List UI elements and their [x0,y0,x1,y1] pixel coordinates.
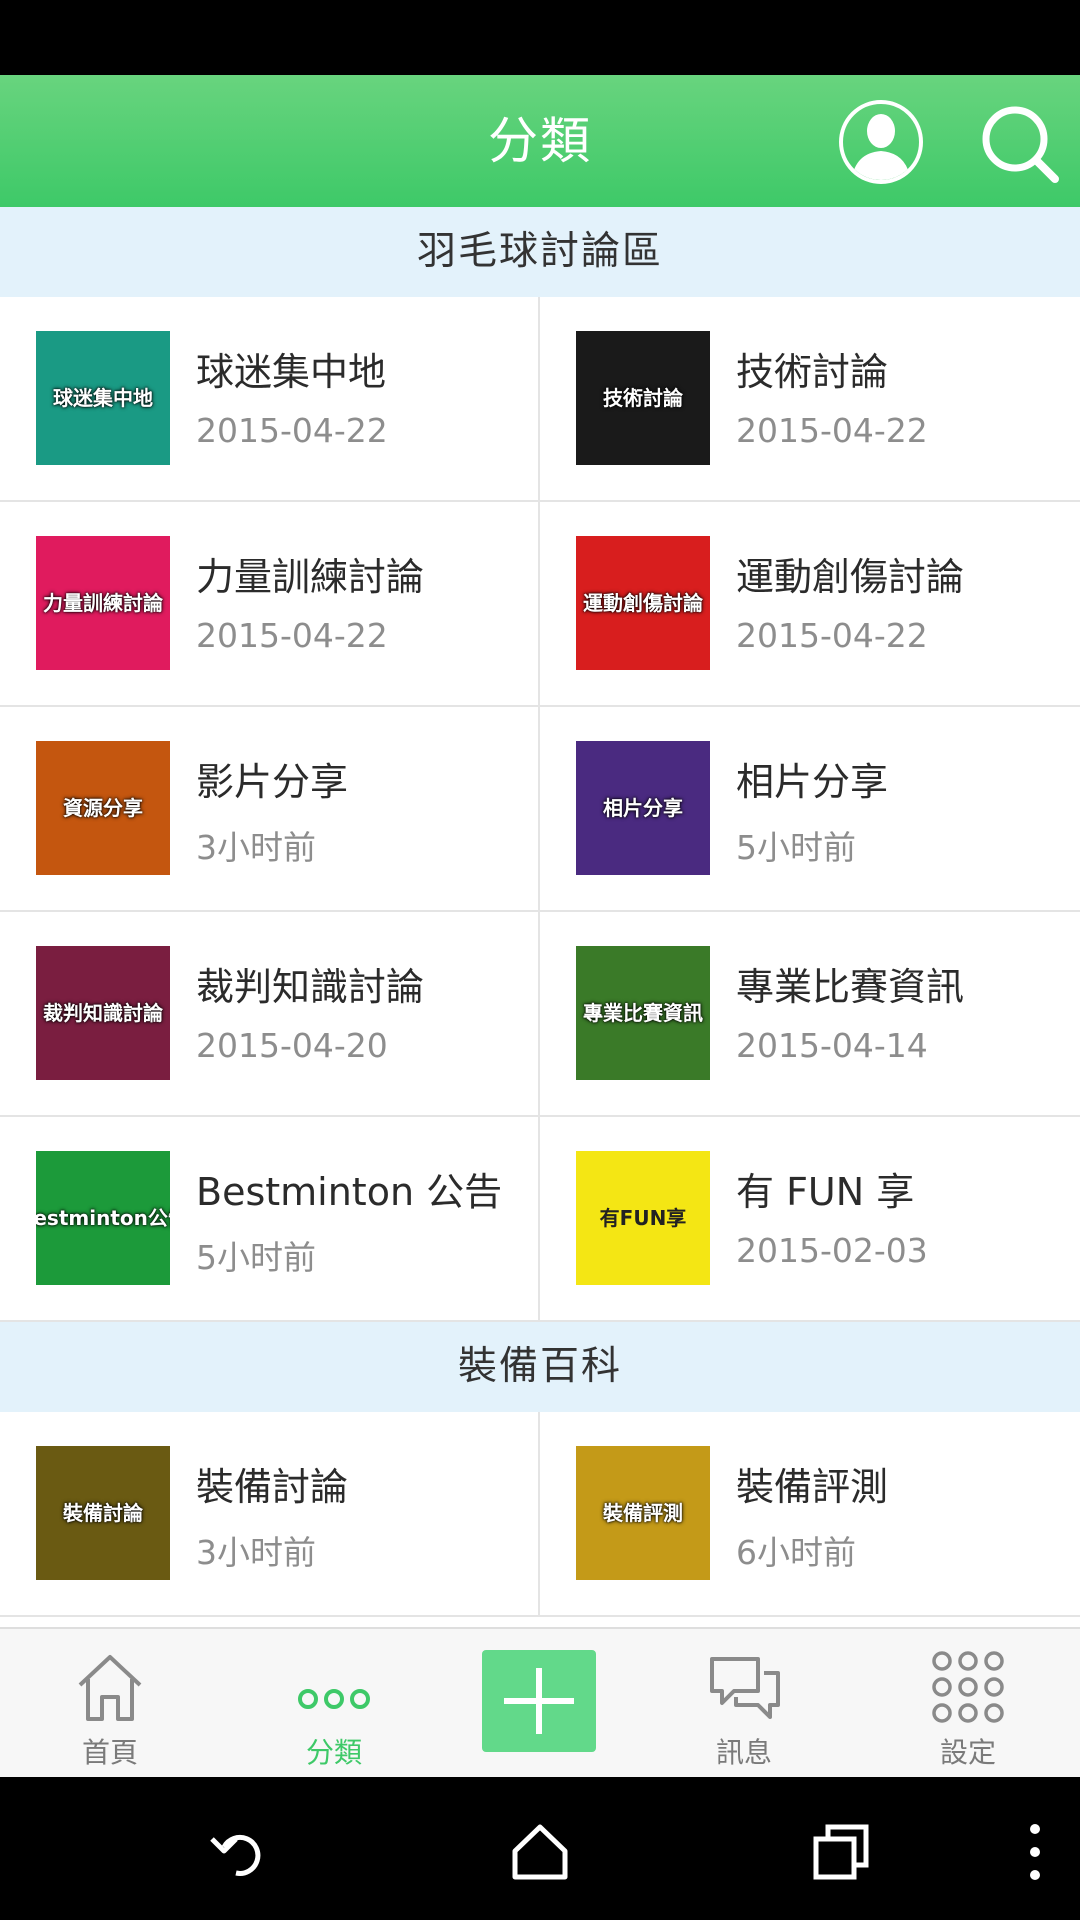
plus-icon [504,1668,574,1734]
category-thumbnail: 資源分享 [36,741,170,875]
recents-button[interactable] [806,1817,876,1887]
category-item[interactable]: 技術討論 技術討論 2015-04-22 [540,297,1080,502]
category-time: 5小时前 [196,1238,316,1277]
user-icon [839,100,923,184]
category-name: 運動創傷討論 [736,555,965,599]
category-item[interactable]: 運動創傷討論 運動創傷討論 2015-04-22 [540,502,1080,707]
home-system-button[interactable] [505,1817,575,1887]
category-item[interactable]: 裝備評測 裝備評測 6小时前 [540,1412,1080,1617]
category-thumbnail: 裝備討論 [36,1446,170,1580]
category-name: 相片分享 [736,760,889,804]
category-thumbnail: 技術討論 [576,331,710,465]
category-time: 3小时前 [196,828,316,867]
category-name: Bestminton 公告 [196,1170,503,1214]
category-thumbnail: 裝備評測 [576,1446,710,1580]
section-header-badminton: 羽毛球討論區 [0,207,1080,297]
category-thumbnail: Bestminton公告 [36,1151,170,1285]
nav-home[interactable]: 首頁 [30,1629,190,1779]
category-time: 2015-04-22 [736,616,928,655]
nav-home-label: 首頁 [81,1736,138,1769]
dots-icon [298,1689,370,1709]
category-thumbnail: 裁判知識討論 [36,946,170,1080]
category-time: 3小时前 [196,1533,316,1572]
section-header-equipment: 裝備百科 [0,1322,1080,1412]
section-grid-equipment: 裝備討論 裝備討論 3小时前 裝備評測 裝備評測 6小时前 [0,1412,1080,1617]
category-name: 技術討論 [736,350,889,394]
category-time: 2015-04-22 [196,411,388,450]
nav-category[interactable]: 分類 [254,1629,414,1779]
status-bar [0,0,1080,75]
overflow-menu-button[interactable] [1010,1817,1060,1887]
category-list: 羽毛球討論區 球迷集中地 球迷集中地 2015-04-22 技術討論 技術討論 … [0,207,1080,1627]
category-item[interactable]: 資源分享 影片分享 3小时前 [0,707,540,912]
category-time: 6小时前 [736,1533,856,1572]
category-time: 5小时前 [736,828,856,867]
nav-messages[interactable]: 訊息 [664,1629,824,1779]
category-thumbnail: 球迷集中地 [36,331,170,465]
category-name: 影片分享 [196,760,349,804]
home-icon [78,1655,142,1721]
recents-icon [813,1824,869,1880]
category-thumbnail: 相片分享 [576,741,710,875]
category-item[interactable]: 專業比賽資訊 專業比賽資訊 2015-04-14 [540,912,1080,1117]
section-grid-badminton: 球迷集中地 球迷集中地 2015-04-22 技術討論 技術討論 2015-04… [0,297,1080,1322]
app-bar: 分類 [0,75,1080,207]
chat-icon [710,1657,780,1719]
category-time: 2015-04-22 [196,616,388,655]
more-vertical-icon [1030,1824,1040,1880]
search-icon [982,106,1059,183]
category-thumbnail: 力量訓練討論 [36,536,170,670]
nav-settings-label: 設定 [939,1736,996,1769]
category-time: 2015-04-20 [196,1026,388,1065]
category-item[interactable]: 有FUN享 有 FUN 享 2015-02-03 [540,1117,1080,1322]
nav-category-label: 分類 [305,1736,362,1769]
category-item[interactable]: 力量訓練討論 力量訓練討論 2015-04-22 [0,502,540,707]
category-item[interactable]: 裁判知識討論 裁判知識討論 2015-04-20 [0,912,540,1117]
category-thumbnail: 有FUN享 [576,1151,710,1285]
category-time: 2015-02-03 [736,1231,928,1270]
category-thumbnail: 運動創傷討論 [576,536,710,670]
category-item[interactable]: 球迷集中地 球迷集中地 2015-04-22 [0,297,540,502]
category-time: 2015-04-22 [736,411,928,450]
category-name: 裝備討論 [196,1465,349,1509]
grid-icon [932,1651,1004,1723]
category-item[interactable]: 裝備討論 裝備討論 3小时前 [0,1412,540,1617]
system-navigation-bar [0,1777,1080,1920]
category-name: 力量訓練討論 [196,555,425,599]
category-name: 裁判知識討論 [196,965,425,1009]
category-time: 2015-04-14 [736,1026,928,1065]
back-icon [210,1834,261,1876]
category-item[interactable]: Bestminton公告 Bestminton 公告 5小时前 [0,1117,540,1322]
category-name: 專業比賽資訊 [736,965,965,1009]
back-button[interactable] [206,1817,276,1887]
nav-messages-label: 訊息 [715,1736,772,1769]
category-item[interactable]: 相片分享 相片分享 5小时前 [540,707,1080,912]
bottom-navigation: 首頁 分類 訊息 設定 [0,1627,1080,1777]
add-post-button[interactable] [482,1650,596,1752]
nav-settings[interactable]: 設定 [888,1629,1048,1779]
search-button[interactable] [975,99,1065,189]
category-name: 有 FUN 享 [736,1170,915,1214]
profile-button[interactable] [836,97,926,187]
category-name: 裝備評測 [736,1465,889,1509]
home-outline-icon [512,1824,568,1880]
category-thumbnail: 專業比賽資訊 [576,946,710,1080]
category-name: 球迷集中地 [196,350,387,394]
